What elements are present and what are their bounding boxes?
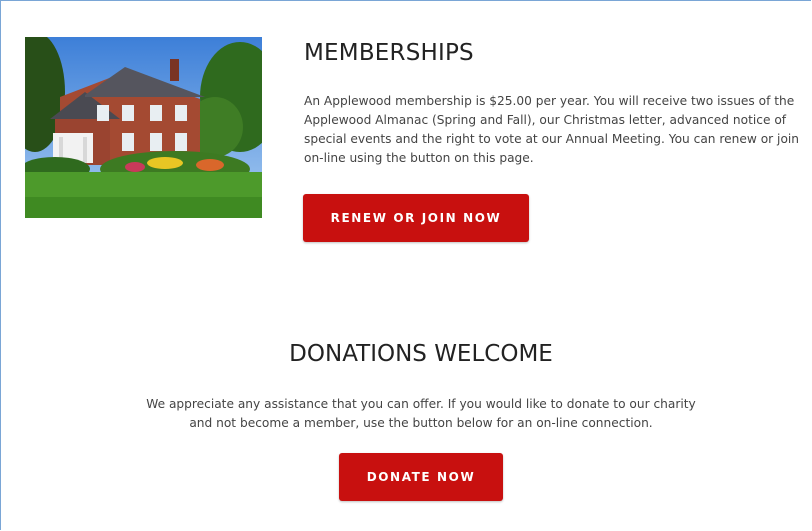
donations-description: We appreciate any assistance that you ca… bbox=[146, 397, 696, 430]
memberships-description: An Applewood membership is $25.00 per ye… bbox=[304, 94, 800, 165]
donations-title: DONATIONS WELCOME bbox=[289, 341, 553, 367]
memberships-title: MEMBERSHIPS bbox=[304, 40, 474, 66]
donate-now-button[interactable]: DONATE NOW bbox=[339, 453, 503, 501]
house-photo bbox=[25, 37, 262, 218]
renew-or-join-button[interactable]: RENEW OR JOIN NOW bbox=[303, 194, 529, 242]
